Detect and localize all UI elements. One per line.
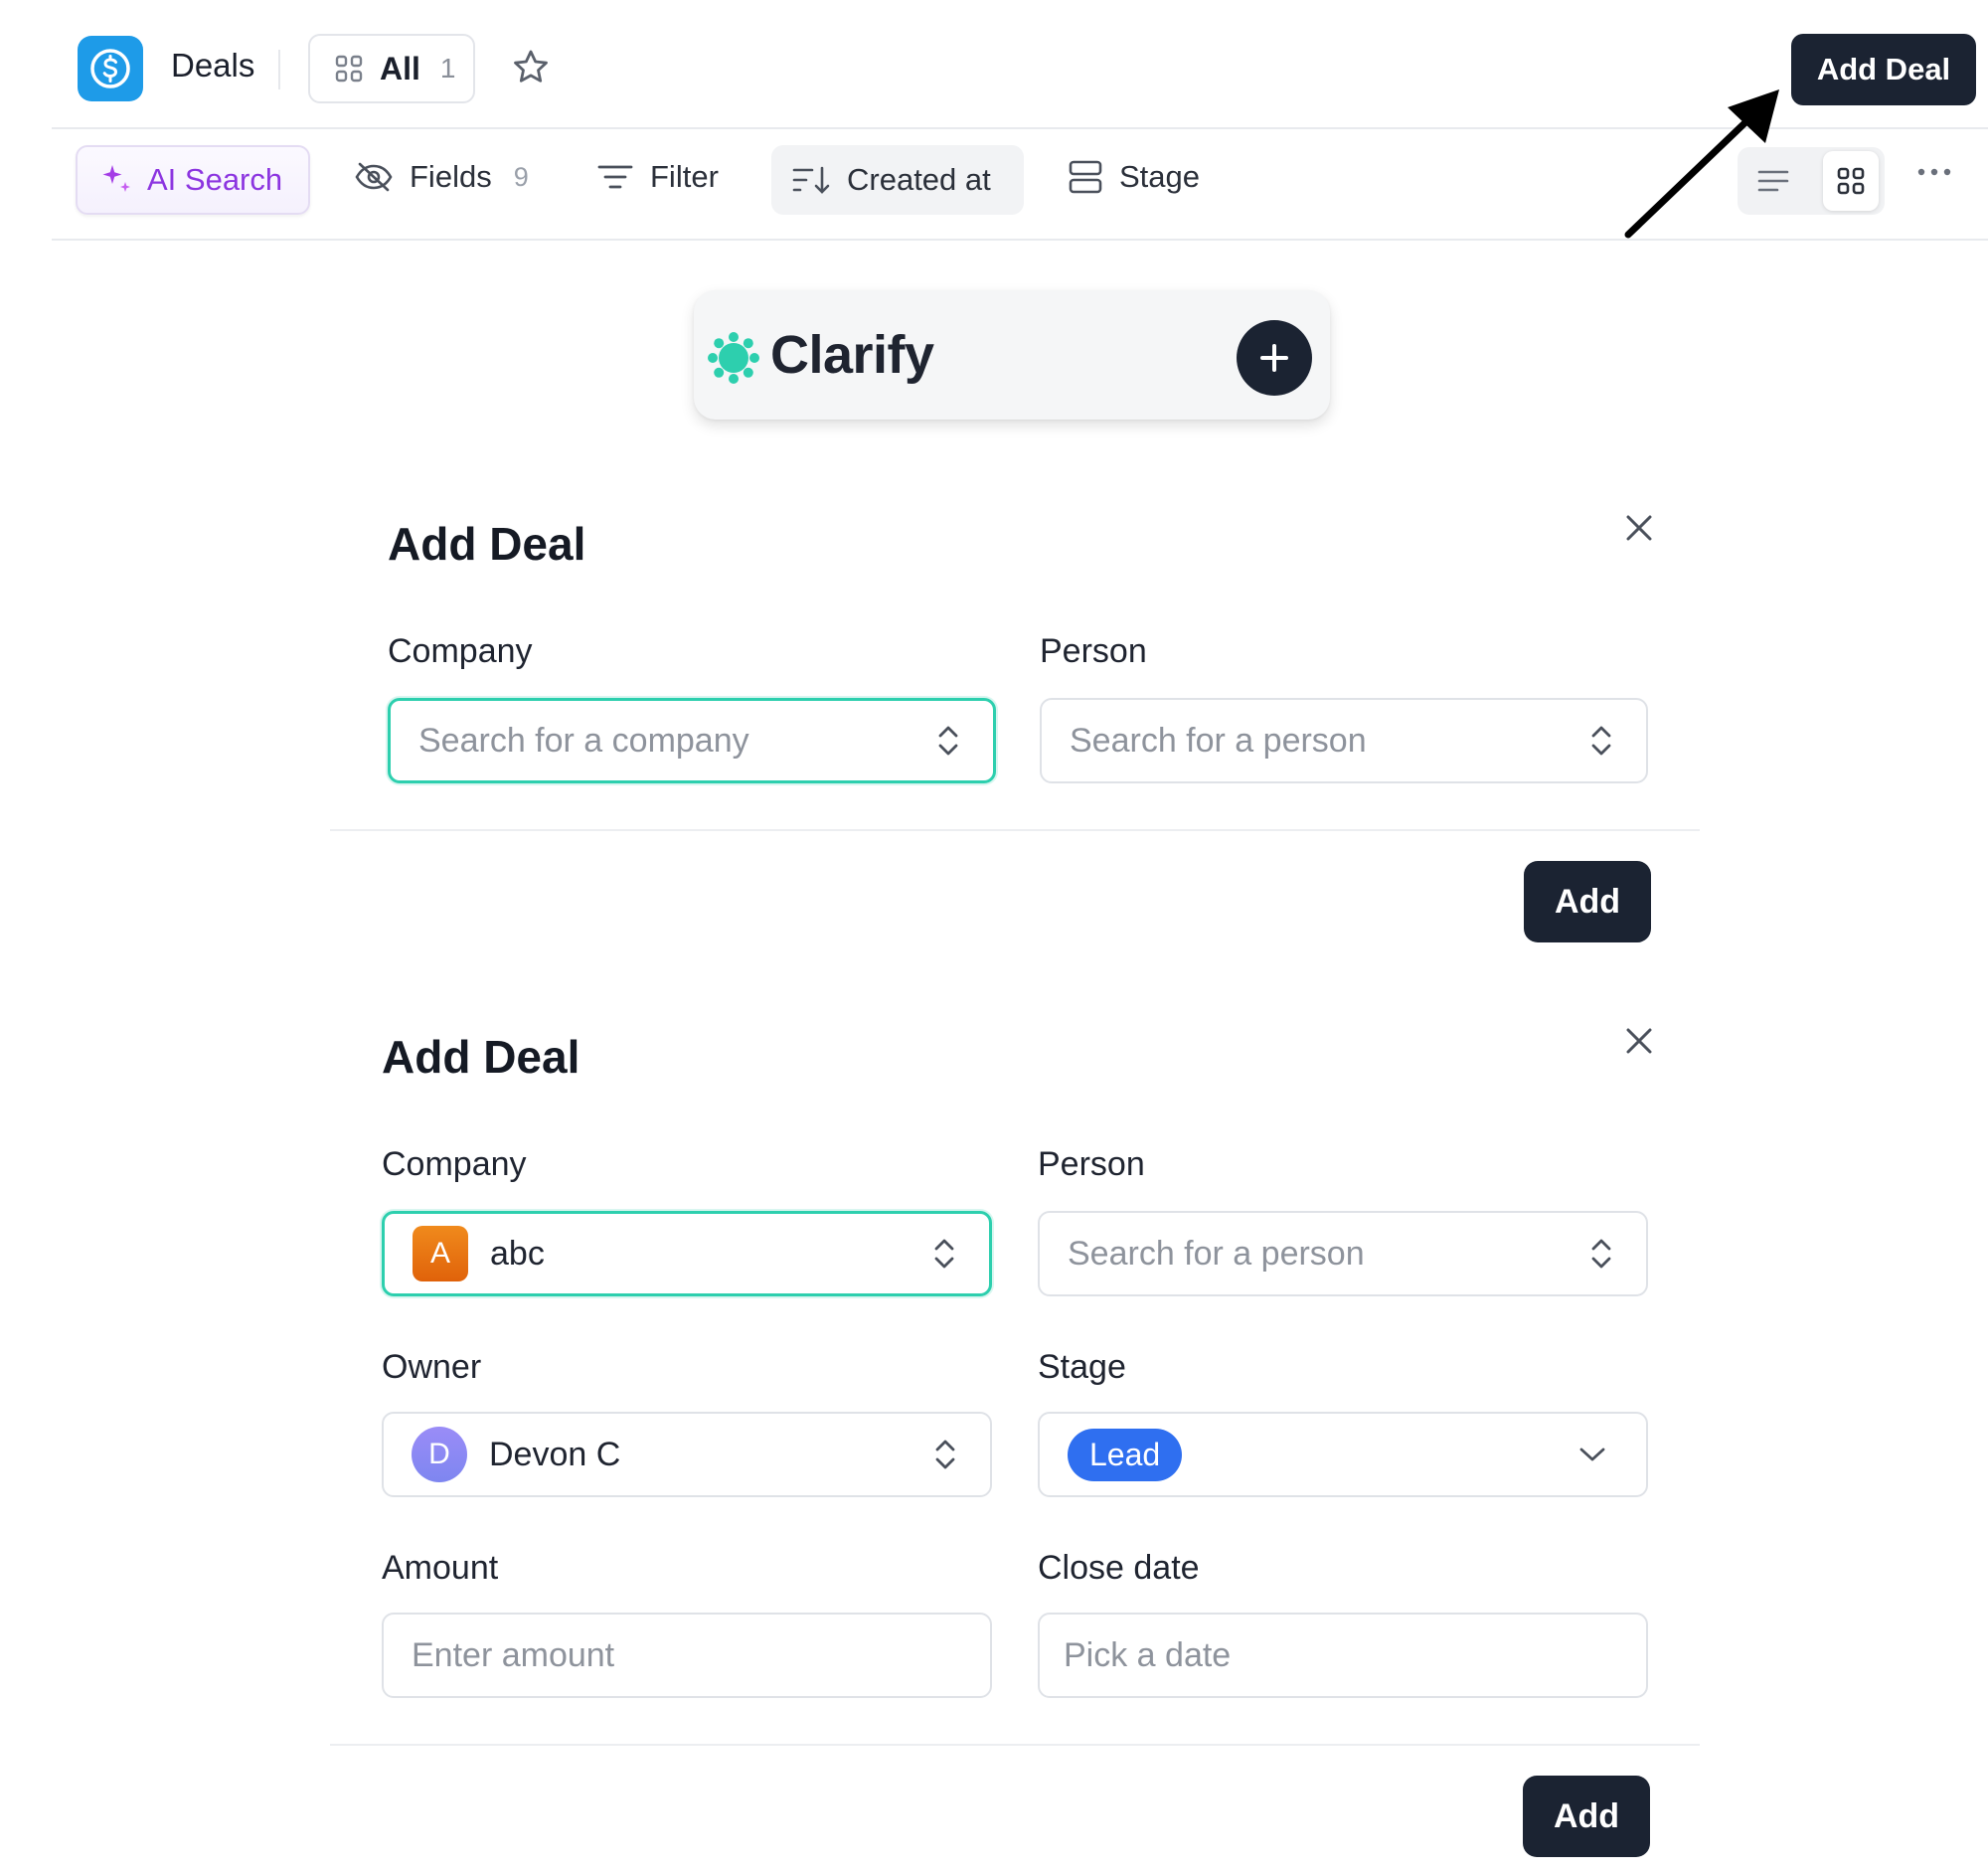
person-placeholder: Search for a person (1068, 1234, 1365, 1273)
chevron-up-down-icon (1591, 726, 1611, 756)
ai-search-button[interactable]: AI Search (76, 145, 310, 215)
more-options-button[interactable] (1916, 167, 1952, 177)
grid-icon (335, 55, 363, 83)
chevron-down-icon (1579, 1448, 1605, 1461)
company-label: Company (382, 1145, 527, 1183)
company-value: abc (490, 1234, 545, 1273)
clarify-brand-name: Clarify (770, 325, 934, 385)
amount-placeholder: Enter amount (412, 1635, 615, 1674)
grid-icon (1837, 167, 1865, 195)
owner-label: Owner (382, 1348, 482, 1386)
view-count: 1 (439, 53, 456, 84)
close-icon (1626, 515, 1652, 541)
dialog1-divider (330, 829, 1700, 831)
fields-count: 9 (513, 161, 529, 192)
chevron-up-down-icon (934, 1239, 954, 1269)
ai-search-label: AI Search (147, 162, 283, 197)
dialog1-title: Add Deal (388, 518, 586, 570)
person-combobox[interactable]: Search for a person (1040, 698, 1648, 783)
chevron-up-down-icon (938, 726, 958, 756)
company-label: Company (388, 632, 533, 670)
star-icon (514, 50, 548, 83)
company-combobox[interactable]: Search for a company (388, 698, 996, 783)
owner-value: Devon C (489, 1435, 621, 1473)
owner-avatar: D (412, 1427, 467, 1482)
stage-group-label: Stage (1119, 159, 1201, 194)
sparkle-icon (102, 165, 130, 192)
stage-select[interactable]: Lead (1038, 1412, 1648, 1497)
person-placeholder: Search for a person (1070, 721, 1367, 760)
annotation-arrow-icon (1620, 85, 1789, 245)
dialog2-divider (330, 1744, 1700, 1746)
dialog1-add-button[interactable]: Add (1524, 861, 1651, 942)
header-divider (278, 50, 280, 89)
owner-combobox[interactable]: D Devon C (382, 1412, 992, 1497)
more-horizontal-icon (1917, 168, 1951, 176)
person-label: Person (1038, 1145, 1145, 1183)
dialog1-close-button[interactable] (1624, 513, 1654, 543)
stage-badge: Lead (1068, 1428, 1183, 1481)
close-date-label: Close date (1038, 1549, 1200, 1587)
amount-input[interactable]: Enter amount (382, 1613, 992, 1698)
sort-icon (792, 166, 830, 194)
add-deal-button[interactable]: Add Deal (1791, 34, 1976, 105)
amount-label: Amount (382, 1549, 499, 1587)
stage-label: Stage (1038, 1348, 1126, 1386)
group-by-stage-button[interactable]: Stage (1068, 159, 1200, 195)
dialog2-title: Add Deal (382, 1031, 580, 1083)
sort-label: Created at (847, 162, 991, 197)
company-combobox[interactable]: A abc (382, 1211, 992, 1296)
person-combobox[interactable]: Search for a person (1038, 1211, 1648, 1296)
page-title: Deals (171, 47, 255, 84)
dialog2-add-button[interactable]: Add (1523, 1776, 1650, 1857)
view-selector-button[interactable]: All 1 (308, 34, 475, 103)
filter-icon (597, 165, 633, 189)
board-view-button[interactable] (1823, 151, 1879, 211)
chevron-up-down-icon (935, 1440, 955, 1469)
company-avatar: A (413, 1226, 468, 1281)
chevron-up-down-icon (1591, 1239, 1611, 1269)
clarify-logo-icon (708, 332, 759, 384)
close-icon (1626, 1028, 1652, 1054)
fields-label: Fields (410, 159, 492, 194)
sort-button[interactable]: Created at (771, 145, 1024, 215)
dialog2-close-button[interactable] (1624, 1026, 1654, 1056)
clarify-add-button[interactable] (1237, 320, 1312, 396)
plus-icon (1260, 344, 1288, 372)
deals-app-icon (78, 36, 143, 101)
fields-button[interactable]: Fields 9 (354, 159, 529, 195)
filter-label: Filter (650, 159, 719, 194)
person-label: Person (1040, 632, 1147, 670)
favorite-button[interactable] (511, 48, 551, 87)
close-date-picker[interactable]: Pick a date (1038, 1613, 1648, 1698)
eye-off-icon (355, 162, 393, 192)
rows-icon (1069, 160, 1102, 194)
view-label: All (380, 50, 420, 86)
close-date-placeholder: Pick a date (1064, 1635, 1232, 1674)
company-placeholder: Search for a company (418, 721, 749, 760)
filter-button[interactable]: Filter (596, 159, 719, 195)
dollar-circle-icon (90, 49, 130, 88)
